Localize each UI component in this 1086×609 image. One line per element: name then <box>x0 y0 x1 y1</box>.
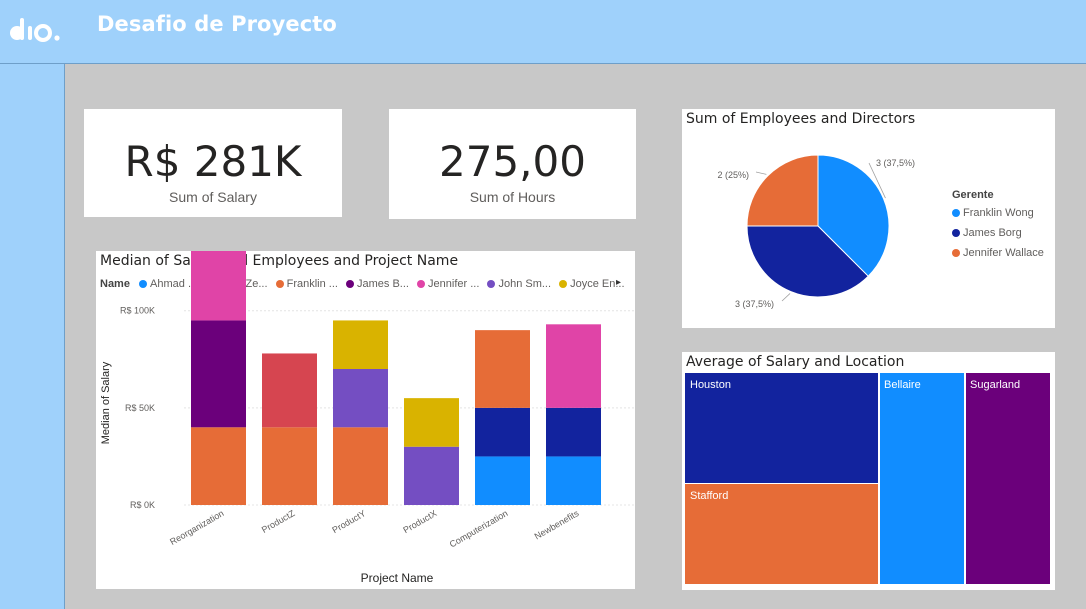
legend-label: James Borg <box>963 227 1022 239</box>
x-tick-label: ProductY <box>330 508 367 535</box>
treemap-cell-label: Bellaire <box>884 379 921 391</box>
pie-leader-line <box>755 171 767 175</box>
pie-legend: Gerente Franklin Wong James Borg Jennife… <box>952 189 1044 259</box>
treemap-cell-sugarland[interactable]: Sugarland <box>966 373 1050 584</box>
bar-segment <box>333 427 388 505</box>
legend-item[interactable]: Jennifer Wallace <box>952 247 1044 259</box>
bar-segment <box>262 427 317 505</box>
pie-data-label: 3 (37,5%) <box>735 299 774 309</box>
treemap-cell-label: Houston <box>690 379 731 391</box>
x-tick-label: Newbenefits <box>533 508 581 542</box>
treemap-cell-stafford[interactable]: Stafford <box>685 484 878 584</box>
kpi-card-salary[interactable]: R$ 281K Sum of Salary <box>84 109 342 217</box>
legend-item[interactable]: James Borg <box>952 227 1044 239</box>
legend-item[interactable]: Franklin Wong <box>952 207 1044 219</box>
page-title: Desafio de Proyecto <box>97 12 337 36</box>
legend-label: Franklin Wong <box>963 207 1034 219</box>
bar-segment <box>475 456 530 505</box>
y-tick-label: R$ 100K <box>120 306 155 316</box>
bar-segment <box>262 353 317 428</box>
bar-segment <box>404 398 459 447</box>
bar-segment <box>404 446 459 505</box>
legend-label: Jennifer Wallace <box>963 247 1044 259</box>
y-tick-label: R$ 0K <box>130 500 155 510</box>
x-axis-title: Project Name <box>361 571 434 585</box>
y-axis-title: Median of Salary <box>100 361 112 444</box>
sidebar <box>0 64 65 609</box>
pie-data-label: 3 (37,5%) <box>876 158 915 168</box>
treemap-cell-label: Stafford <box>690 490 729 502</box>
x-tick-label: ProductX <box>401 508 438 535</box>
legend-title: Gerente <box>952 189 994 201</box>
bar-chart-visual[interactable]: Median of Salary and Employees and Proje… <box>96 251 635 589</box>
pie-slice <box>746 154 819 227</box>
bar-segment <box>546 324 601 408</box>
kpi-label: Sum of Hours <box>469 189 556 205</box>
y-tick-label: R$ 50K <box>125 403 155 413</box>
bar-segment <box>546 407 601 457</box>
legend-dot <box>952 248 960 257</box>
bar-segment <box>333 320 388 369</box>
legend-dot <box>952 228 960 237</box>
dio-logo-icon <box>10 18 60 42</box>
bar-segment <box>191 320 246 428</box>
bar-chart-plot: R$ 0K R$ 50K R$ 100K Median of Salary Projec… <box>100 251 634 585</box>
pie-leader-line <box>781 293 791 302</box>
x-tick-label: Reorganization <box>168 508 225 547</box>
kpi-label: Sum of Salary <box>169 189 257 205</box>
bar-segment <box>333 369 388 428</box>
treemap-cell-label: Sugarland <box>970 379 1021 391</box>
pie-data-label: 2 (25%) <box>717 170 749 180</box>
treemap-visual[interactable]: Average of Salary and Location Houston S… <box>682 352 1055 590</box>
treemap-cell-houston[interactable]: Houston <box>685 373 878 483</box>
legend-dot <box>952 208 960 217</box>
bar-segment <box>475 330 530 408</box>
chart-title: Average of Salary and Location <box>686 354 905 370</box>
bar-segment <box>191 251 246 321</box>
kpi-value: 275,00 <box>439 137 586 186</box>
kpi-card-hours[interactable]: 275,00 Sum of Hours <box>389 109 636 219</box>
kpi-value: R$ 281K <box>124 137 302 186</box>
x-tick-label: Computerization <box>448 508 510 549</box>
bar-segment <box>546 456 601 505</box>
pie-chart-visual[interactable]: Sum of Employees and Directors 3 (37,5%)… <box>682 109 1055 328</box>
treemap-cell-bellaire[interactable]: Bellaire <box>880 373 964 584</box>
x-tick-label: ProductZ <box>260 508 297 535</box>
bar-segment <box>191 427 246 505</box>
header-bar: Desafio de Proyecto <box>0 0 1086 64</box>
bar-segment <box>475 407 530 457</box>
